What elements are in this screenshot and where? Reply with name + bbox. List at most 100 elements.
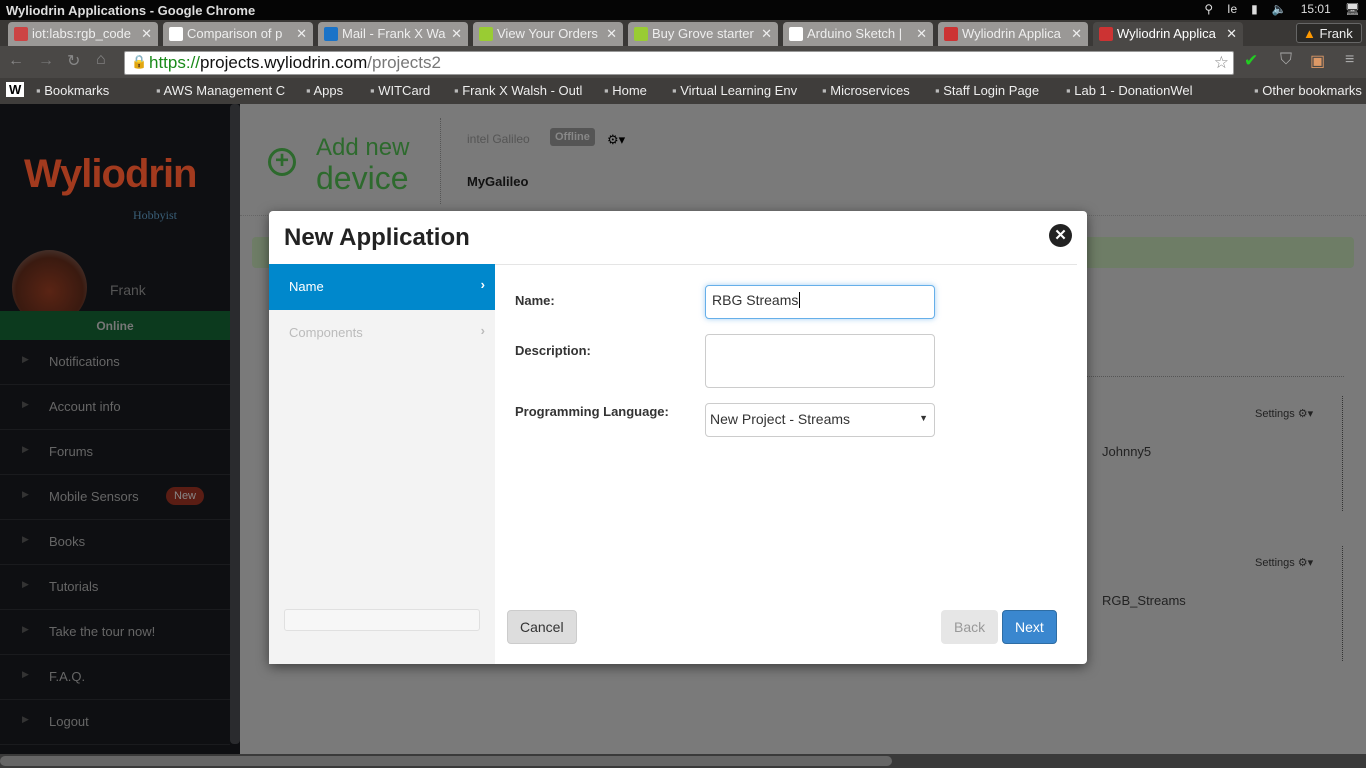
- browser-tab[interactable]: Comparison of p ✕: [163, 22, 313, 46]
- online-status: Online: [0, 311, 230, 340]
- extension-check-icon[interactable]: ✔: [1244, 51, 1258, 71]
- clock[interactable]: 15:01: [1301, 2, 1331, 16]
- language-select[interactable]: New Project - Streams ▼: [705, 403, 935, 437]
- forward-icon[interactable]: →: [38, 52, 54, 70]
- bookmark-icon: ▪: [1066, 83, 1071, 98]
- wikipedia-icon[interactable]: W: [6, 82, 25, 97]
- address-bar[interactable]: 🔒 https://projects.wyliodrin.com/project…: [124, 51, 1234, 75]
- profile-name: Frank: [1319, 26, 1353, 41]
- bookmark-item[interactable]: ▪ Bookmarks: [36, 83, 109, 98]
- sidebar-item-label: Account info: [49, 399, 121, 414]
- add-device-button[interactable]: Add new device: [316, 134, 409, 194]
- bookmark-item[interactable]: ▪ Frank X Walsh - Outl: [454, 83, 582, 98]
- wyliodrin-logo[interactable]: Wyliodrin: [24, 152, 197, 197]
- sidebar-item-label: Mobile Sensors: [49, 489, 139, 504]
- bookmark-label: Apps: [313, 83, 344, 98]
- sidebar-item[interactable]: ▶ F.A.Q.: [0, 655, 230, 700]
- sidebar-item[interactable]: ▶ Account info: [0, 385, 230, 430]
- browser-tab[interactable]: Arduino Sketch | ✕: [783, 22, 933, 46]
- browser-tab[interactable]: Buy Grove starter ✕: [628, 22, 778, 46]
- keyboard-icon[interactable]: Ie: [1227, 2, 1237, 16]
- settings-label: Settings: [1255, 408, 1295, 420]
- search-icon[interactable]: ⚲: [1204, 2, 1213, 16]
- close-tab-icon[interactable]: ✕: [761, 26, 772, 42]
- scrollbar-thumb[interactable]: [0, 756, 892, 766]
- step-name[interactable]: Name ›: [269, 264, 495, 310]
- browser-tab[interactable]: Wyliodrin Applica ✕: [938, 22, 1088, 46]
- extension-shield-icon[interactable]: ⛉: [1280, 51, 1292, 69]
- settings-label: Settings: [1255, 557, 1295, 569]
- bookmark-item[interactable]: ▪ Apps: [306, 83, 343, 98]
- bookmark-item[interactable]: ▪ WITCard: [370, 83, 430, 98]
- new-badge: New: [166, 487, 205, 505]
- monitor-icon[interactable]: 🖥: [1345, 2, 1360, 16]
- close-icon[interactable]: ✕: [1049, 224, 1072, 247]
- profile-button[interactable]: ▲ Frank: [1296, 23, 1362, 43]
- sidebar-scrollbar[interactable]: [230, 104, 240, 744]
- browser-tab[interactable]: Mail - Frank X Wa ✕: [318, 22, 468, 46]
- sidebar-item[interactable]: ▶ Logout: [0, 700, 230, 745]
- caret-right-icon: ▶: [22, 399, 29, 409]
- step-label: Name: [289, 279, 324, 294]
- favicon-icon: [14, 27, 28, 41]
- sidebar-item[interactable]: ▶ Take the tour now!: [0, 610, 230, 655]
- horizontal-scrollbar[interactable]: [0, 754, 1366, 768]
- device-settings-gear-icon[interactable]: ⚙▾: [607, 132, 625, 148]
- bookmark-item[interactable]: ▪ Microservices: [822, 83, 910, 98]
- name-input[interactable]: RBG Streams: [705, 285, 935, 319]
- device-logo: intel Galileo: [467, 132, 530, 146]
- next-button[interactable]: Next: [1002, 610, 1057, 644]
- project-settings-button[interactable]: Settings ⚙▾: [1255, 407, 1313, 420]
- volume-icon[interactable]: 🔈: [1272, 2, 1287, 16]
- browser-tab[interactable]: View Your Orders ✕: [473, 22, 623, 46]
- reload-icon[interactable]: ↻: [67, 51, 80, 71]
- project-name[interactable]: RGB_Streams: [1102, 593, 1186, 608]
- add-device-line1: Add new: [316, 134, 410, 161]
- tab-label: Wyliodrin Applica: [962, 26, 1061, 41]
- step-components[interactable]: Components ›: [269, 310, 495, 356]
- close-tab-icon[interactable]: ✕: [916, 26, 927, 42]
- favicon-icon: [789, 27, 803, 41]
- close-tab-icon[interactable]: ✕: [141, 26, 152, 42]
- back-button[interactable]: Back: [941, 610, 999, 644]
- home-icon[interactable]: ⌂: [96, 51, 106, 69]
- close-tab-icon[interactable]: ✕: [1226, 26, 1237, 42]
- bookmark-item[interactable]: ▪ Staff Login Page: [935, 83, 1039, 98]
- warning-icon: ▲: [1303, 26, 1316, 41]
- extension-tv-icon[interactable]: ▣: [1310, 51, 1325, 71]
- bookmark-label: WITCard: [378, 83, 431, 98]
- sidebar-item[interactable]: ▶ Mobile Sensors New: [0, 475, 230, 520]
- caret-right-icon: ▶: [22, 624, 29, 634]
- add-device-line2: device: [316, 160, 409, 196]
- battery-icon[interactable]: ▮: [1251, 2, 1258, 16]
- bookmark-item[interactable]: ▪ AWS Management C: [156, 83, 285, 98]
- bookmark-label: Lab 1 - DonationWel: [1074, 83, 1193, 98]
- sidebar-item[interactable]: ▶ Notifications: [0, 340, 230, 385]
- sidebar-item[interactable]: ▶ Forums: [0, 430, 230, 475]
- star-icon[interactable]: ☆: [1214, 53, 1229, 73]
- close-tab-icon[interactable]: ✕: [1071, 26, 1082, 42]
- description-label: Description:: [515, 343, 591, 358]
- cancel-button[interactable]: Cancel: [507, 610, 577, 644]
- back-icon[interactable]: ←: [8, 52, 24, 70]
- language-value: New Project - Streams: [710, 411, 851, 427]
- close-tab-icon[interactable]: ✕: [451, 26, 462, 42]
- sidebar-item[interactable]: ▶ Books: [0, 520, 230, 565]
- device-name[interactable]: MyGalileo: [467, 174, 528, 189]
- bookmark-icon: ▪: [306, 83, 311, 98]
- menu-icon[interactable]: ≡: [1345, 51, 1354, 69]
- project-settings-button[interactable]: Settings ⚙▾: [1255, 556, 1313, 569]
- bookmark-item[interactable]: ▪ Virtual Learning Env: [672, 83, 797, 98]
- bookmark-item[interactable]: ▪ Home: [604, 83, 647, 98]
- bookmark-item[interactable]: ▪ Lab 1 - DonationWel: [1066, 83, 1193, 98]
- add-device-icon[interactable]: +: [268, 148, 296, 176]
- project-name[interactable]: Johnny5: [1102, 444, 1151, 459]
- bookmark-item[interactable]: ▪ Other bookmarks: [1254, 83, 1362, 98]
- description-textarea[interactable]: [705, 334, 935, 388]
- browser-tab[interactable]: iot:labs:rgb_code ✕: [8, 22, 158, 46]
- close-tab-icon[interactable]: ✕: [606, 26, 617, 42]
- sidebar-item-label: Forums: [49, 444, 94, 459]
- sidebar-item[interactable]: ▶ Tutorials: [0, 565, 230, 610]
- close-tab-icon[interactable]: ✕: [296, 26, 307, 42]
- browser-tab[interactable]: Wyliodrin Applica ✕: [1093, 22, 1243, 46]
